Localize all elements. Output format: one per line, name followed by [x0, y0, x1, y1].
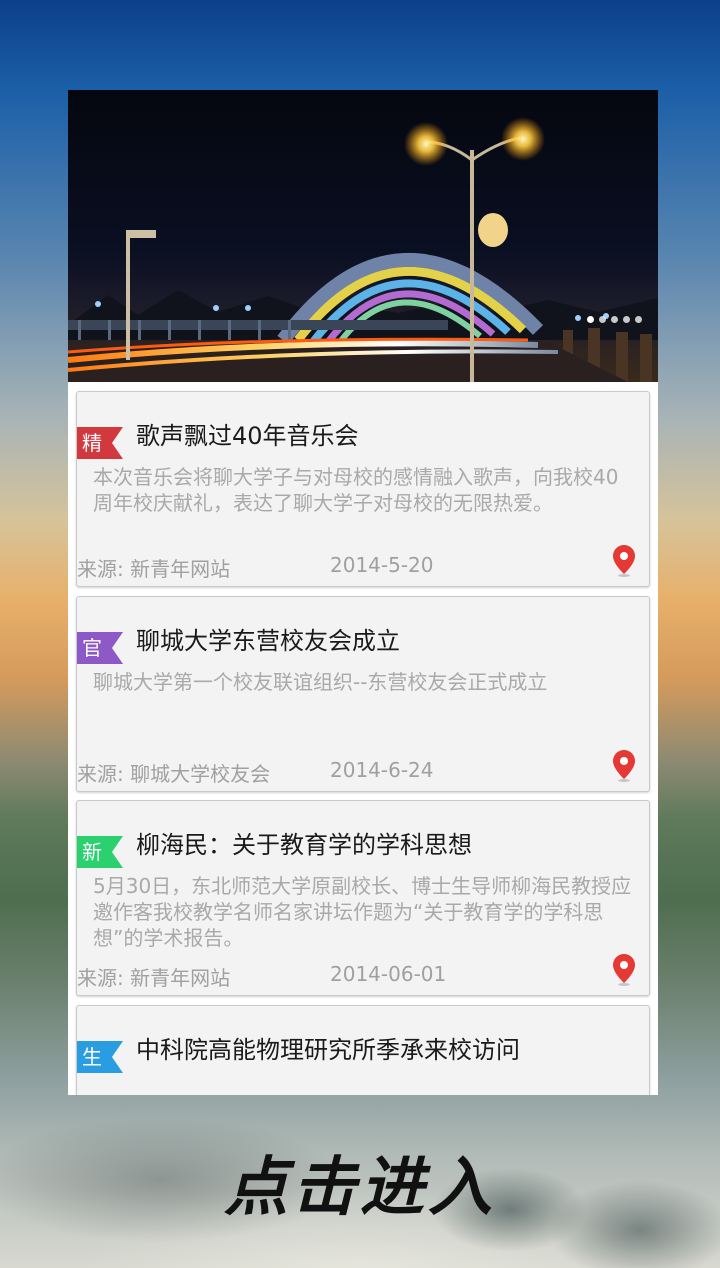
carousel-dot[interactable]: [599, 316, 606, 323]
category-tag: 精: [77, 427, 123, 459]
news-date: 2014-06-01: [330, 962, 447, 986]
category-tag: 生: [77, 1041, 123, 1073]
location-pin-icon[interactable]: [613, 954, 635, 986]
location-pin-icon[interactable]: [613, 545, 635, 577]
news-date: 2014-6-24: [330, 758, 434, 782]
carousel-dot[interactable]: [623, 316, 630, 323]
news-summary: 5月30日，东北师范大学原副校长、博士生导师柳海民教授应邀作客我校教学名师名家讲…: [93, 874, 632, 950]
news-source: 来源: 聊城大学校友会: [77, 762, 271, 786]
preview-card: 精 歌声飘过40年音乐会 本次音乐会将聊大学子与对母校的感情融入歌声，向我校40…: [68, 90, 658, 1095]
news-list[interactable]: 精 歌声飘过40年音乐会 本次音乐会将聊大学子与对母校的感情融入歌声，向我校40…: [68, 382, 658, 1095]
news-item[interactable]: 新 柳海民：关于教育学的学科思想 5月30日，东北师范大学原副校长、博士生导师柳…: [76, 800, 650, 996]
news-title: 聊城大学东营校友会成立: [136, 627, 400, 655]
category-tag: 新: [77, 836, 123, 868]
enter-button[interactable]: 点击进入: [0, 1136, 720, 1228]
news-item[interactable]: 精 歌声飘过40年音乐会 本次音乐会将聊大学子与对母校的感情融入歌声，向我校40…: [76, 391, 650, 587]
news-source: 来源: 新青年网站: [77, 557, 231, 581]
night-bridge-illustration: [68, 117, 658, 382]
news-summary: 本次音乐会将聊大学子与对母校的感情融入歌声，向我校40周年校庆献礼，表达了聊大学…: [93, 465, 619, 515]
news-date: 2014-5-20: [330, 553, 434, 577]
news-source: 来源: 新青年网站: [77, 966, 231, 990]
carousel-dot[interactable]: [587, 316, 594, 323]
carousel-dot[interactable]: [611, 316, 618, 323]
news-item[interactable]: 生 中科院高能物理研究所季承来校访问: [76, 1005, 650, 1095]
news-title: 中科院高能物理研究所季承来校访问: [136, 1036, 520, 1064]
carousel-indicator[interactable]: [587, 316, 642, 323]
news-title: 柳海民：关于教育学的学科思想: [136, 831, 472, 859]
news-summary: 聊城大学第一个校友联谊组织--东营校友会正式成立: [93, 670, 548, 694]
news-title: 歌声飘过40年音乐会: [136, 422, 359, 450]
carousel-dot[interactable]: [635, 316, 642, 323]
location-pin-icon[interactable]: [613, 750, 635, 782]
banner-image[interactable]: [68, 90, 658, 382]
news-item[interactable]: 官 聊城大学东营校友会成立 聊城大学第一个校友联谊组织--东营校友会正式成立 来…: [76, 596, 650, 792]
category-tag: 官: [77, 632, 123, 664]
